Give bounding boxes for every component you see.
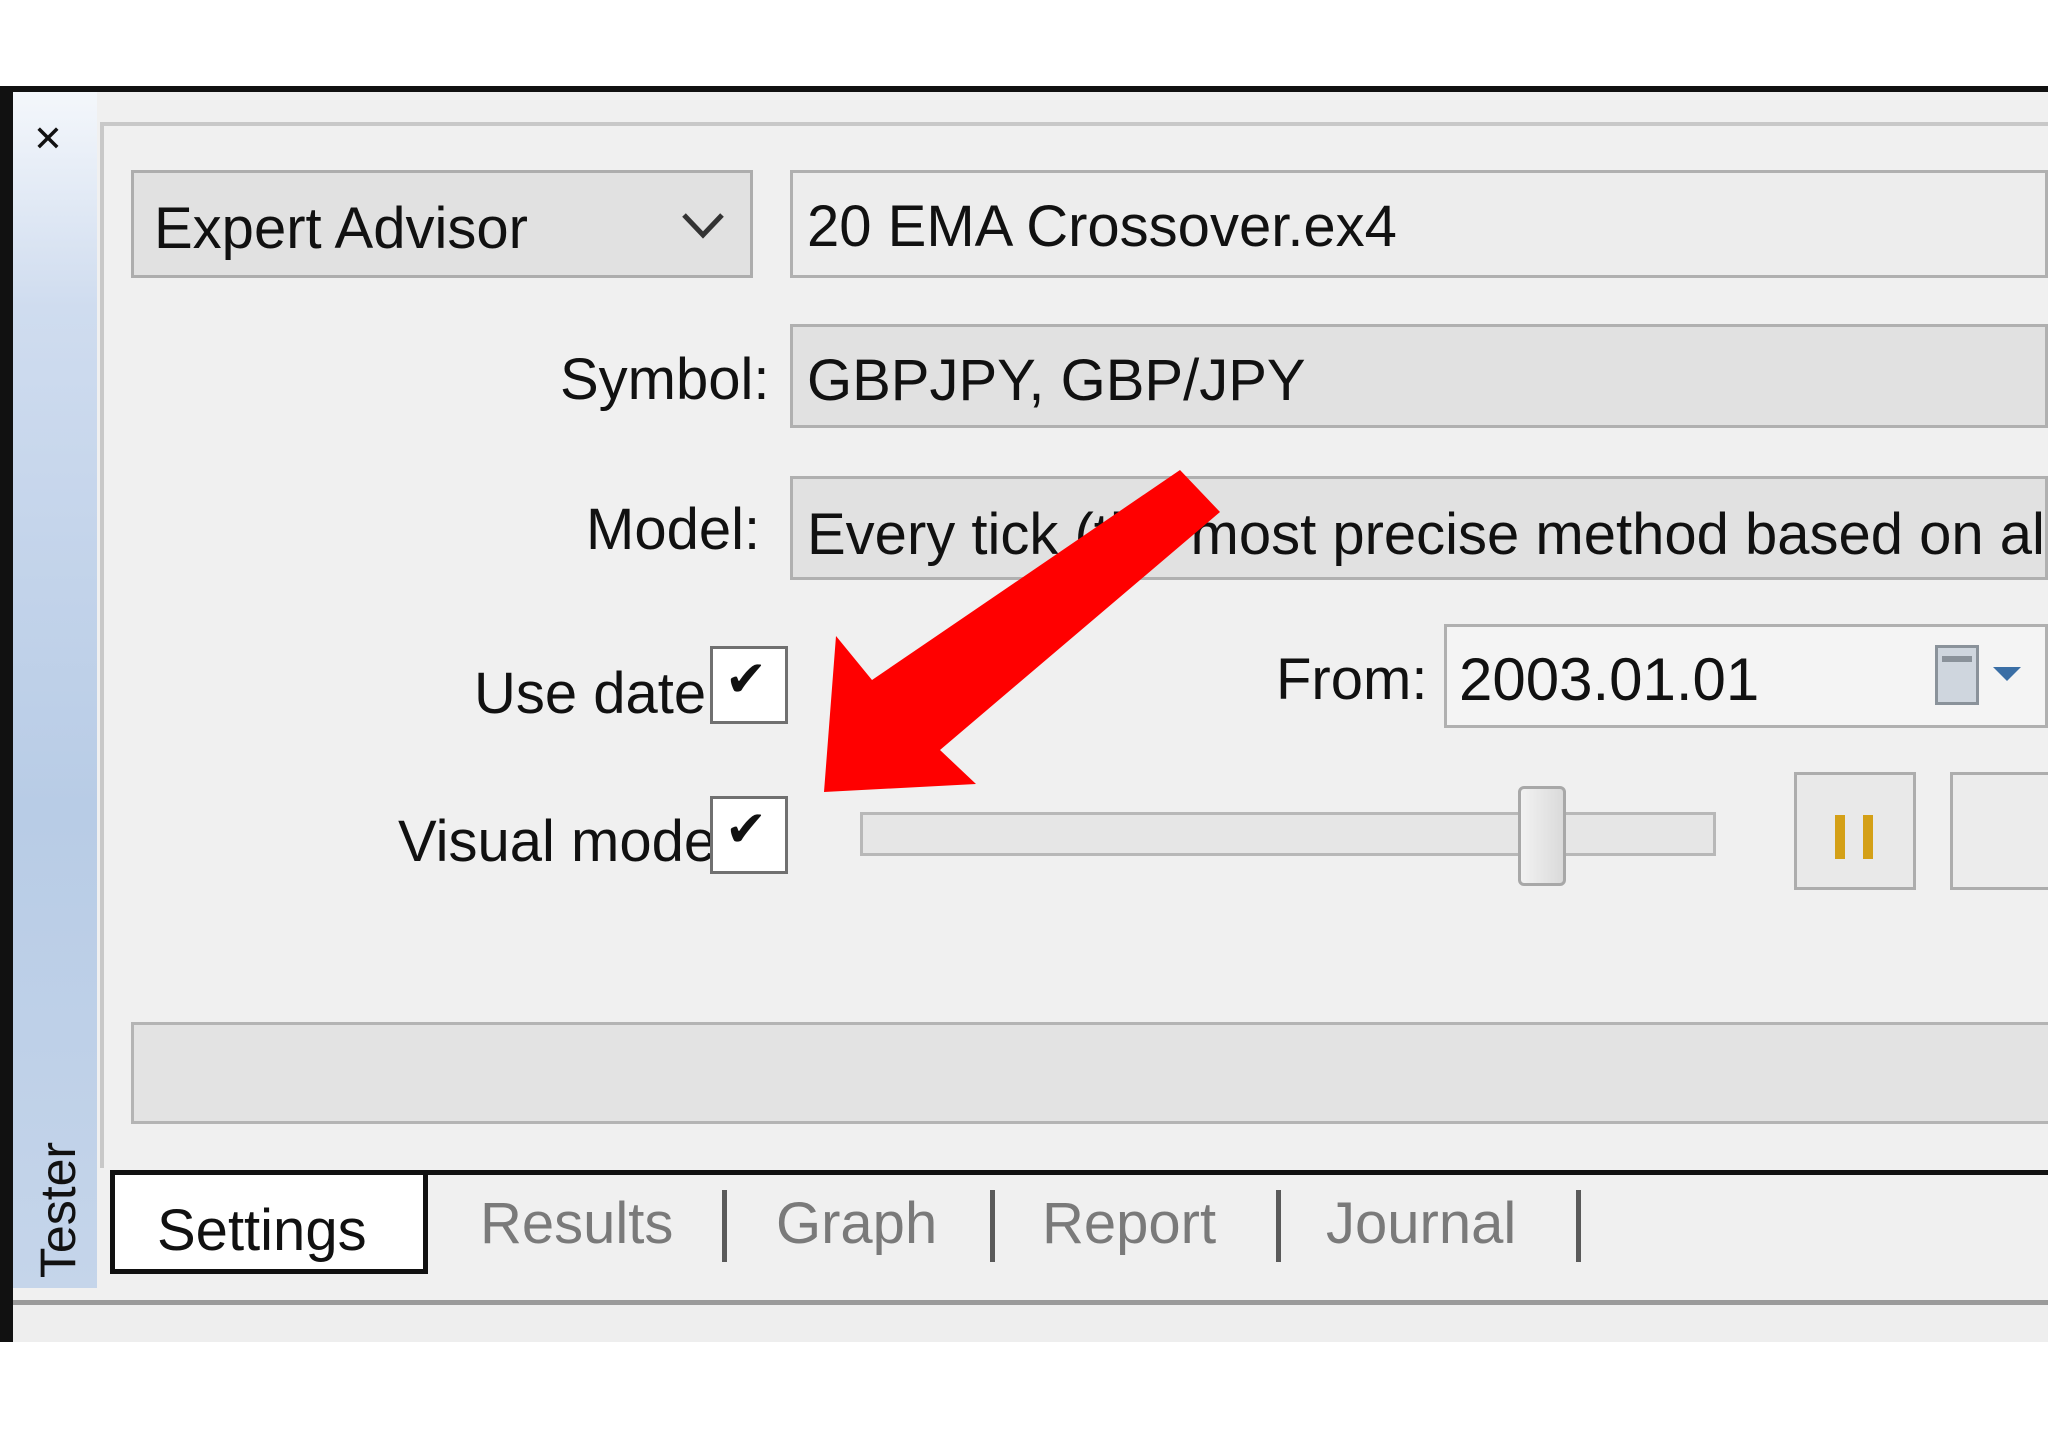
expert-advisor-value: 20 EMA Crossover.ex4 — [807, 194, 1397, 259]
type-select[interactable]: Expert Advisor — [131, 170, 753, 278]
close-icon[interactable]: ✕ — [30, 122, 66, 158]
pause-icon — [1835, 815, 1845, 859]
tab-separator — [722, 1190, 727, 1262]
symbol-select[interactable]: GBPJPY, GBP/JPY — [790, 324, 2048, 428]
tab-journal[interactable]: Journal — [1326, 1190, 1516, 1257]
skip-button[interactable] — [1950, 772, 2048, 890]
from-label: From: — [1276, 647, 1428, 712]
use-date-checkbox[interactable]: ✔ — [710, 646, 788, 724]
tab-separator — [990, 1190, 995, 1262]
tester-side-label: Tester — [30, 1141, 87, 1279]
visual-speed-slider-thumb[interactable] — [1518, 786, 1566, 886]
date-dropdown-arrow-icon[interactable] — [1993, 667, 2021, 681]
tab-settings[interactable]: Settings — [110, 1170, 428, 1274]
visual-mode-checkbox[interactable]: ✔ — [710, 796, 788, 874]
tab-separator — [1576, 1190, 1581, 1262]
tab-graph[interactable]: Graph — [776, 1190, 937, 1257]
use-date-checkmark: ✔ — [725, 650, 767, 708]
tab-report[interactable]: Report — [1042, 1190, 1216, 1257]
screenshot-stage: ✕ Tester Expert Advisor 20 EMA Crossover… — [0, 0, 2048, 1430]
type-select-value: Expert Advisor — [154, 196, 528, 261]
visual-mode-checkmark: ✔ — [725, 800, 767, 858]
symbol-label: Symbol: — [560, 347, 770, 412]
window-left-edge — [0, 86, 13, 1342]
tab-results[interactable]: Results — [480, 1190, 673, 1257]
calendar-icon[interactable] — [1935, 645, 1979, 705]
tab-settings-label: Settings — [157, 1198, 367, 1263]
status-band — [13, 1305, 2048, 1342]
tab-bar-line — [420, 1170, 2048, 1175]
expert-advisor-field[interactable]: 20 EMA Crossover.ex4 — [790, 170, 2048, 278]
tester-side-tab[interactable]: Tester — [22, 1120, 94, 1300]
chevron-down-icon — [682, 213, 724, 239]
red-arrow-icon — [824, 470, 1220, 792]
model-label: Model: — [586, 497, 761, 562]
from-date-value: 2003.01.01 — [1459, 646, 1760, 713]
visual-mode-label: Visual mode — [398, 809, 717, 874]
symbol-value: GBPJPY, GBP/JPY — [807, 348, 1306, 413]
test-progress-bar — [131, 1022, 2048, 1124]
use-date-label: Use date — [474, 661, 707, 726]
pause-button[interactable] — [1794, 772, 1916, 890]
from-date-field[interactable]: 2003.01.01 — [1444, 624, 2048, 728]
pause-icon-bar — [1863, 815, 1873, 859]
tab-separator — [1276, 1190, 1281, 1262]
tester-side-strip — [13, 92, 97, 1288]
